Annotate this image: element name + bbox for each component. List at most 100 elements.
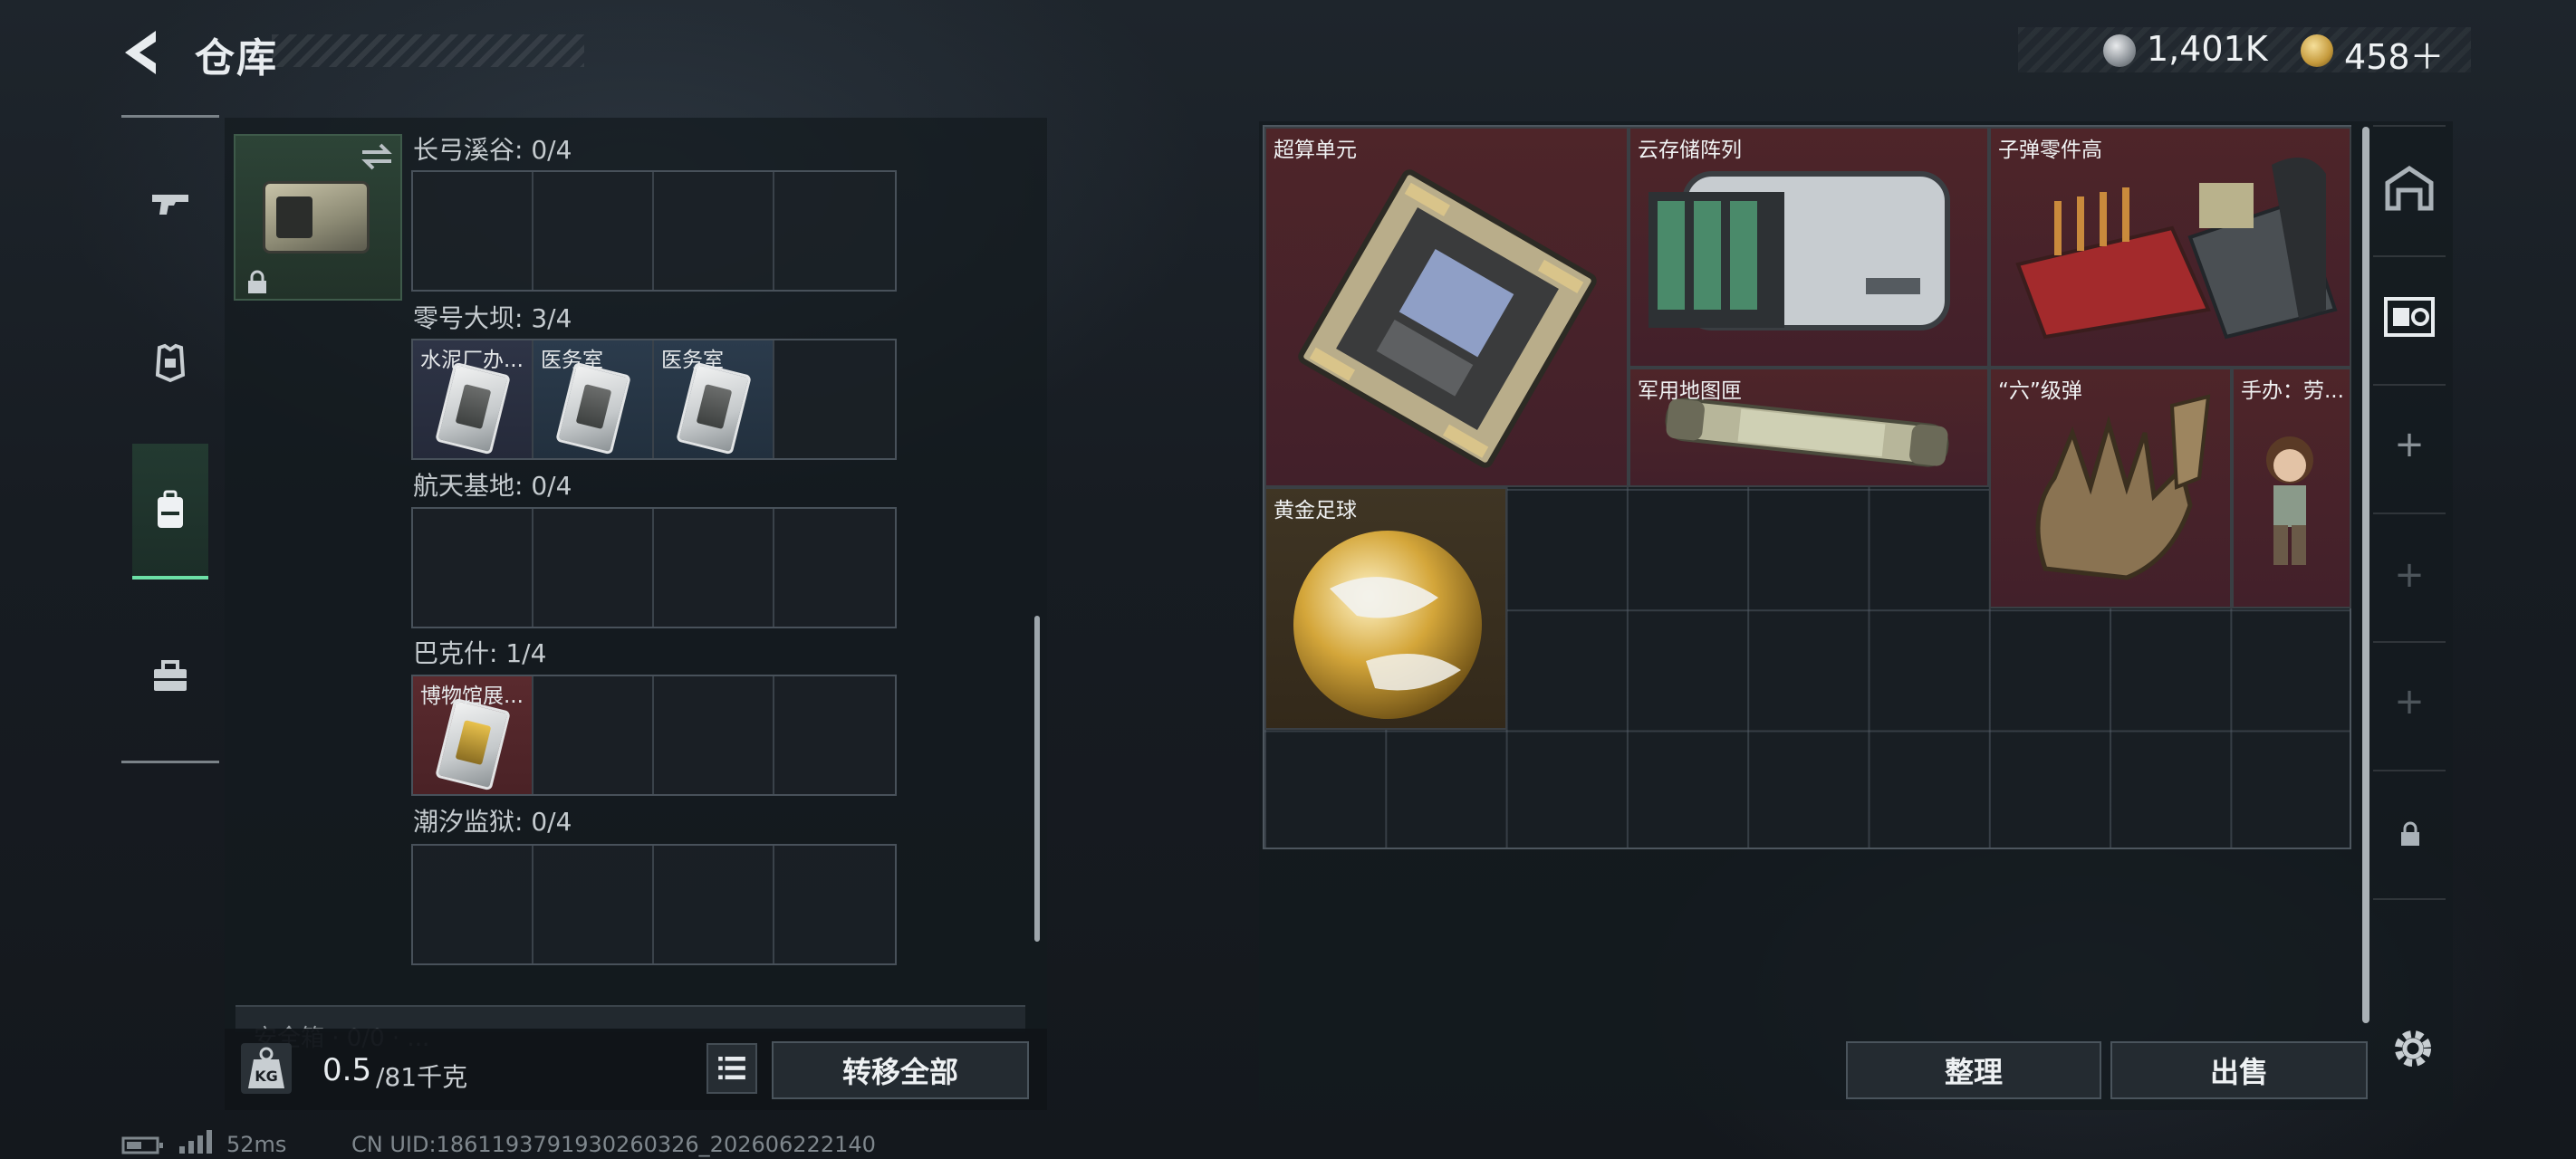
item-name: 云存储阵列 xyxy=(1638,139,1742,162)
server-array-icon xyxy=(1648,171,1950,330)
item-military-map-case[interactable]: 军用地图匣 xyxy=(1629,368,1989,487)
key-slot[interactable]: 博物馆展... xyxy=(413,676,533,794)
empty-slot[interactable] xyxy=(533,846,654,963)
rail-divider xyxy=(2373,641,2446,643)
empty-slot[interactable] xyxy=(413,846,533,963)
key-name: 医务室 xyxy=(661,349,724,372)
battery-icon xyxy=(121,1136,163,1154)
back-arrow-icon[interactable] xyxy=(120,27,163,78)
rail-divider xyxy=(2373,512,2446,514)
section-label-brakkesh: 巴克什: 1/4 xyxy=(413,638,547,668)
rail-divider xyxy=(2373,125,2446,127)
warehouse-icon[interactable] xyxy=(2382,163,2437,217)
slot-row-tidal-prison xyxy=(411,844,897,965)
item-cloud-storage-array[interactable]: 云存储阵列 xyxy=(1629,127,1989,368)
bullet-hand-sculpture-icon xyxy=(2035,394,2211,580)
slot-row-longbow xyxy=(411,170,897,292)
rail-divider xyxy=(2373,770,2446,771)
silver-coin-icon xyxy=(2103,34,2136,67)
item-name: 子弹零件高 xyxy=(1998,139,2102,162)
svg-text:KG: KG xyxy=(255,1068,278,1085)
rail-divider xyxy=(121,761,219,763)
empty-slot[interactable] xyxy=(774,172,895,290)
item-bullet-parts[interactable]: 子弹零件高 xyxy=(1989,127,2351,368)
add-storage-plus-icon[interactable]: + xyxy=(2391,554,2427,596)
empty-slot[interactable] xyxy=(413,172,533,290)
key-slot[interactable]: 水泥厂办... xyxy=(413,340,533,458)
empty-slot[interactable] xyxy=(774,846,895,963)
rail-divider xyxy=(2373,255,2446,257)
key-slot[interactable]: 医务室 xyxy=(654,340,774,458)
storage-grid: 超算单元 云存储阵列 子弹零件高 军用地图匣 “六”级弹 手办：劳... 黄金足… xyxy=(1263,125,2351,849)
settings-gear-icon[interactable] xyxy=(2388,1023,2438,1074)
empty-slot[interactable] xyxy=(774,509,895,627)
add-storage-plus-icon[interactable]: + xyxy=(2391,424,2427,465)
slot-row-space-base xyxy=(411,507,897,628)
rail-tab-other[interactable] xyxy=(132,608,208,744)
item-name: “六”级弹 xyxy=(1998,379,2082,403)
toolbox-icon xyxy=(154,660,187,691)
item-figurine[interactable]: 手办：劳... xyxy=(2232,368,2351,608)
transfer-all-button[interactable]: 转移全部 xyxy=(772,1041,1029,1099)
empty-slot[interactable] xyxy=(654,509,774,627)
empty-slot[interactable] xyxy=(533,676,654,794)
figurine-icon xyxy=(2266,436,2313,565)
empty-slot[interactable] xyxy=(774,676,895,794)
page-title: 仓库 xyxy=(195,35,278,81)
armor-icon xyxy=(155,343,186,383)
section-label-space-base: 航天基地: 0/4 xyxy=(413,471,572,501)
empty-slot[interactable] xyxy=(774,340,895,458)
signal-icon xyxy=(179,1130,212,1154)
item-supercomputer-unit[interactable]: 超算单元 xyxy=(1264,127,1629,487)
keycard-icon xyxy=(435,697,511,791)
section-label-tidal-prison: 潮汐监狱: 0/4 xyxy=(413,807,572,837)
weight-current: 0.5 xyxy=(322,1052,372,1088)
key-name: 医务室 xyxy=(541,349,603,372)
empty-slot[interactable] xyxy=(413,509,533,627)
ping-value: 52ms xyxy=(226,1132,287,1157)
section-label-longbow: 长弓溪谷: 0/4 xyxy=(413,135,572,165)
storage-scrollbar[interactable] xyxy=(2362,127,2369,1023)
slot-row-zero-dam: 水泥厂办... 医务室 医务室 xyxy=(411,339,897,460)
storage-expansion-icon[interactable] xyxy=(2382,290,2437,344)
silver-currency-value[interactable]: 1,401K xyxy=(2147,29,2268,69)
empty-slot[interactable] xyxy=(654,846,774,963)
rail-divider xyxy=(2373,898,2446,900)
list-view-button[interactable] xyxy=(706,1043,757,1094)
gold-currency-value[interactable]: 458＋ xyxy=(2344,29,2445,79)
keycard-icon xyxy=(555,361,631,455)
item-name: 超算单元 xyxy=(1274,139,1357,162)
slot-row-brakkesh: 博物馆展... xyxy=(411,675,897,796)
empty-slot[interactable] xyxy=(654,676,774,794)
key-slot[interactable]: 医务室 xyxy=(533,340,654,458)
swap-icon[interactable] xyxy=(359,141,395,172)
title-decoration xyxy=(272,34,584,67)
item-name: 黄金足球 xyxy=(1274,499,1357,522)
lock-icon xyxy=(2401,821,2419,846)
safebox-device-icon xyxy=(263,181,370,254)
rail-tab-weapon[interactable] xyxy=(132,136,208,272)
section-label-zero-dam: 零号大坝: 3/4 xyxy=(413,303,572,333)
circuit-board-icon xyxy=(1298,169,1597,468)
rail-tab-container[interactable] xyxy=(132,444,208,580)
list-icon xyxy=(718,1057,745,1080)
item-golden-football[interactable]: 黄金足球 xyxy=(1264,487,1507,730)
empty-slot[interactable] xyxy=(533,509,654,627)
backpack-icon xyxy=(158,490,183,528)
item-level-six-ammo[interactable]: “六”级弹 xyxy=(1989,368,2232,608)
key-name: 博物馆展... xyxy=(420,685,524,708)
empty-slot[interactable] xyxy=(654,172,774,290)
gun-icon xyxy=(152,195,188,215)
empty-slot[interactable] xyxy=(533,172,654,290)
keycard-icon xyxy=(676,361,752,455)
sell-button[interactable]: 出售 xyxy=(2110,1041,2368,1099)
gold-coin-icon xyxy=(2301,34,2333,67)
left-scrollbar[interactable] xyxy=(1034,616,1040,942)
sort-button[interactable]: 整理 xyxy=(1846,1041,2101,1099)
rail-divider xyxy=(121,115,219,118)
add-storage-plus-icon[interactable]: + xyxy=(2391,681,2427,723)
weight-max: /81千克 xyxy=(376,1062,468,1092)
weight-kg-icon: KG xyxy=(241,1043,292,1094)
item-name: 手办：劳... xyxy=(2241,379,2344,403)
rail-tab-gear[interactable] xyxy=(132,294,208,430)
